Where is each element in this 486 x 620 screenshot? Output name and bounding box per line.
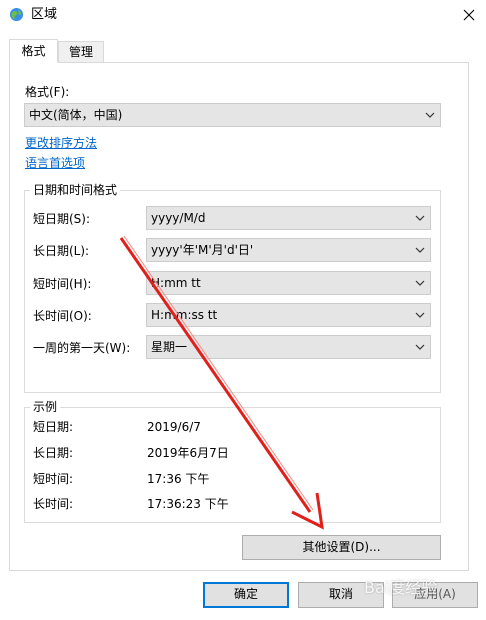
short-time-value: H:mm tt — [151, 276, 201, 290]
ok-button[interactable]: 确定 — [203, 582, 289, 608]
format-label: 格式(F): — [25, 85, 70, 99]
chevron-down-icon — [415, 215, 425, 221]
example-long-date-value: 2019年6月7日 — [147, 446, 229, 460]
format-value: 中文(简体，中国) — [29, 108, 123, 122]
example-long-time-value: 17:36:23 下午 — [147, 497, 229, 511]
tab-administrative[interactable]: 管理 — [58, 41, 104, 62]
first-day-value: 星期一 — [151, 340, 188, 354]
close-button[interactable] — [452, 0, 486, 30]
examples-group — [24, 407, 441, 523]
chevron-down-icon — [415, 312, 425, 318]
format-dropdown[interactable]: 中文(简体，中国) — [24, 103, 441, 127]
chevron-down-icon — [425, 112, 435, 118]
language-preferences-link[interactable]: 语言首选项 — [25, 156, 85, 171]
long-date-dropdown[interactable]: yyyy'年'M'月'd'日' — [146, 238, 431, 262]
chevron-down-icon — [415, 344, 425, 350]
first-day-label: 一周的第一天(W): — [33, 341, 131, 355]
short-date-label: 短日期(S): — [33, 212, 91, 226]
watermark-text: Bai度经验 — [364, 578, 438, 597]
window-title: 区域 — [31, 7, 58, 22]
tab-format[interactable]: 格式 — [9, 39, 58, 63]
examples-group-title: 示例 — [30, 400, 61, 414]
long-time-value: H:mm:ss tt — [151, 308, 218, 322]
title-bar: 区域 — [0, 0, 486, 30]
close-icon — [463, 9, 475, 21]
chevron-down-icon — [415, 247, 425, 253]
long-time-label: 长时间(O): — [33, 309, 92, 323]
example-short-date-value: 2019/6/7 — [147, 420, 201, 434]
example-long-time-label: 长时间: — [33, 497, 74, 511]
short-date-dropdown[interactable]: yyyy/M/d — [146, 206, 431, 230]
long-date-label: 长日期(L): — [33, 244, 90, 258]
short-date-value: yyyy/M/d — [151, 211, 206, 225]
short-time-dropdown[interactable]: H:mm tt — [146, 271, 431, 295]
short-time-label: 短时间(H): — [33, 277, 92, 291]
globe-icon — [9, 7, 24, 22]
example-short-time-label: 短时间: — [33, 472, 74, 486]
example-short-time-value: 17:36 下午 — [147, 472, 210, 486]
watermark: Bai度经验 — [364, 574, 482, 616]
change-sort-link[interactable]: 更改排序方法 — [25, 136, 97, 151]
long-time-dropdown[interactable]: H:mm:ss tt — [146, 303, 431, 327]
chevron-down-icon — [415, 280, 425, 286]
example-long-date-label: 长日期: — [33, 446, 74, 460]
other-settings-button[interactable]: 其他设置(D)... — [242, 535, 441, 560]
datetime-group-title: 日期和时间格式 — [30, 183, 121, 197]
long-date-value: yyyy'年'M'月'd'日' — [151, 243, 254, 257]
example-short-date-label: 短日期: — [33, 420, 74, 434]
first-day-dropdown[interactable]: 星期一 — [146, 335, 431, 359]
